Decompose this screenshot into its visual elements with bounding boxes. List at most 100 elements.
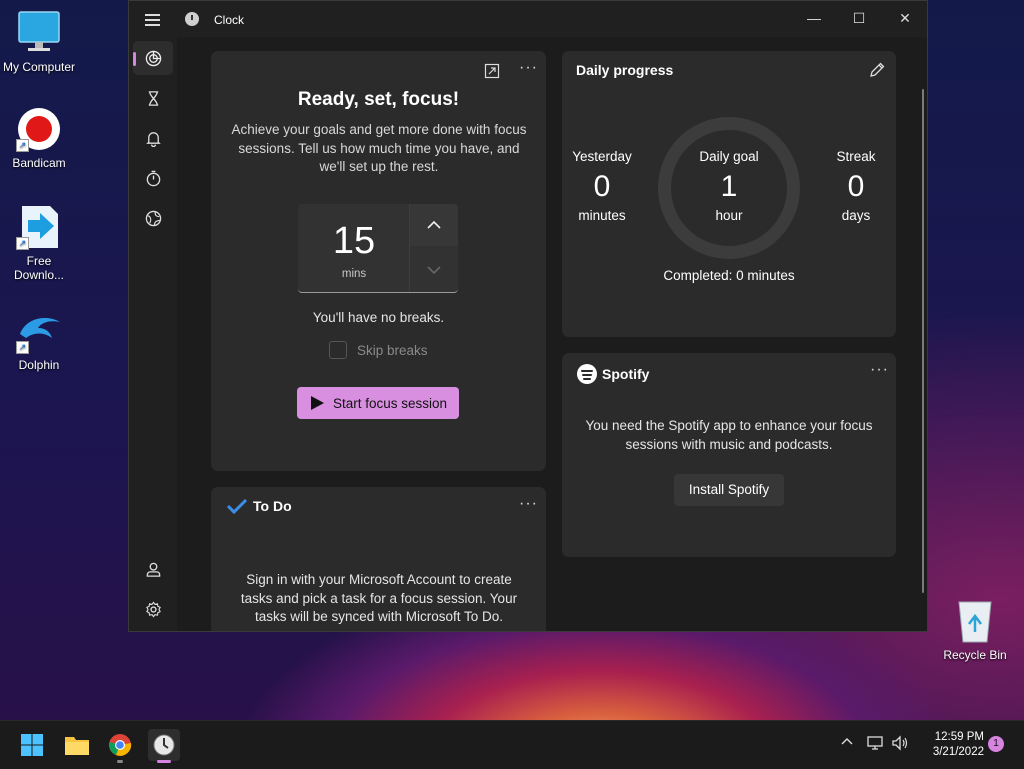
- skip-breaks-label: Skip breaks: [357, 342, 428, 358]
- taskbar-datetime[interactable]: 12:59 PM 3/21/2022: [916, 730, 984, 760]
- volume-icon[interactable]: [891, 735, 909, 754]
- world-clock-icon: [145, 210, 161, 226]
- decrease-minutes-button[interactable]: [410, 248, 458, 291]
- desktop-icon-label: My Computer: [2, 60, 76, 74]
- daily-goal-label: Daily goal: [699, 149, 759, 164]
- start-focus-session-button[interactable]: Start focus session: [297, 387, 459, 419]
- dolphin-icon: ↗: [16, 308, 62, 354]
- title-bar: Clock — ☐ ✕: [129, 1, 927, 37]
- breaks-info: You'll have no breaks.: [312, 310, 445, 325]
- shortcut-arrow-icon: ↗: [16, 237, 29, 250]
- focus-title: Ready, set, focus!: [297, 89, 460, 110]
- daily-goal-value: 1: [720, 170, 738, 203]
- desktop-icon-dolphin[interactable]: ↗ Dolphin: [0, 308, 78, 372]
- spotify-brand: Spotify: [602, 366, 650, 382]
- todo-card: To Do ··· Sign in with your Microsoft Ac…: [211, 487, 546, 631]
- daily-goal-stat[interactable]: Daily goal 1 hour: [689, 149, 769, 223]
- streak-value: 0: [847, 170, 865, 203]
- minimize-button[interactable]: —: [799, 7, 829, 29]
- taskbar-date: 3/21/2022: [932, 746, 984, 758]
- chevron-up-icon: [427, 220, 441, 229]
- nav-item-world-clock[interactable]: [133, 201, 173, 235]
- play-icon: [311, 396, 324, 410]
- daily-progress-card: Daily progress Yesterday 0 minutes Daily…: [562, 51, 896, 337]
- hamburger-menu-icon[interactable]: [141, 9, 165, 29]
- monitor-icon: [16, 10, 62, 56]
- minutes-unit: mins: [341, 268, 367, 280]
- desktop-icon-label: Free Downlo...: [13, 254, 65, 282]
- windows-start-icon: [21, 734, 43, 756]
- todo-message: Sign in with your Microsoft Account to c…: [240, 572, 518, 624]
- bandicam-icon: ↗: [16, 106, 62, 152]
- clock-app-icon: [185, 12, 199, 26]
- alarm-bell-icon: [145, 131, 161, 147]
- network-icon[interactable]: [866, 735, 884, 754]
- shortcut-arrow-icon: ↗: [16, 341, 29, 354]
- streak-label: Streak: [836, 149, 876, 164]
- edit-goal-pencil-icon[interactable]: [868, 61, 886, 79]
- yesterday-value: 0: [593, 170, 611, 203]
- nav-item-settings[interactable]: [133, 592, 173, 626]
- compact-overlay-icon[interactable]: [484, 63, 500, 79]
- content-area: ··· Ready, set, focus! Achieve your goal…: [177, 37, 927, 631]
- completed-text: Completed: 0 minutes: [663, 268, 795, 283]
- taskbar-file-explorer[interactable]: [61, 729, 93, 761]
- notification-badge[interactable]: 1: [988, 736, 1004, 752]
- focus-sessions-icon: [145, 50, 161, 66]
- nav-item-stopwatch[interactable]: [133, 161, 173, 195]
- nav-item-focus-sessions[interactable]: [133, 41, 173, 75]
- streak-stat: Streak 0 days: [816, 149, 896, 223]
- desktop-icon-label: Recycle Bin: [943, 648, 1007, 662]
- desktop-icon-label: Bandicam: [12, 156, 66, 170]
- desktop-icon-my-computer[interactable]: My Computer: [0, 10, 78, 74]
- free-download-manager-icon: ↗: [16, 204, 62, 250]
- more-options-icon[interactable]: ···: [870, 361, 889, 379]
- spotify-card: Spotify ··· You need the Spotify app to …: [562, 353, 896, 557]
- maximize-button[interactable]: ☐: [844, 7, 874, 29]
- todo-title: To Do: [253, 498, 292, 514]
- settings-icon: [145, 600, 161, 618]
- more-options-icon[interactable]: ···: [519, 59, 538, 77]
- taskbar-chrome[interactable]: [104, 729, 136, 763]
- daily-goal-unit: hour: [715, 208, 743, 223]
- clock-icon: [153, 734, 175, 756]
- focus-session-card: ··· Ready, set, focus! Achieve your goal…: [211, 51, 546, 471]
- more-options-icon[interactable]: ···: [519, 495, 538, 513]
- nav-item-account[interactable]: [133, 552, 173, 586]
- focus-description: Achieve your goals and get more done wit…: [231, 122, 527, 174]
- start-button[interactable]: [16, 729, 48, 761]
- minutes-value: 15: [332, 220, 376, 262]
- scrollbar[interactable]: [922, 89, 924, 593]
- timer-hourglass-icon: [148, 90, 158, 106]
- nav-item-alarm[interactable]: [133, 121, 173, 155]
- nav-item-timer[interactable]: [133, 81, 173, 115]
- increase-minutes-button[interactable]: [410, 204, 458, 246]
- window-title: Clock: [214, 13, 245, 27]
- minutes-stepper[interactable]: 15 mins: [298, 204, 458, 293]
- chrome-icon: [109, 734, 132, 756]
- spotify-logo: Spotify: [577, 364, 649, 384]
- recycle-bin-icon: [955, 598, 995, 644]
- taskbar-clock[interactable]: [148, 729, 180, 763]
- start-focus-label: Start focus session: [333, 395, 448, 411]
- spotify-message: You need the Spotify app to enhance your…: [585, 418, 873, 452]
- shortcut-arrow-icon: ↗: [16, 139, 29, 152]
- desktop-icon-free-download[interactable]: ↗ Free Downlo...: [0, 204, 78, 282]
- nav-rail: [129, 37, 177, 631]
- desktop-icon-label: Dolphin: [18, 358, 60, 372]
- chevron-down-icon: [427, 266, 441, 275]
- desktop-icon-bandicam[interactable]: ↗ Bandicam: [0, 106, 78, 170]
- close-button[interactable]: ✕: [890, 7, 920, 29]
- install-spotify-button[interactable]: Install Spotify: [674, 474, 784, 506]
- yesterday-unit: minutes: [578, 208, 626, 223]
- yesterday-label: Yesterday: [572, 149, 632, 164]
- account-icon: [146, 562, 160, 577]
- clock-window: Clock — ☐ ✕ ··· Ready, set, focus! Achie…: [128, 0, 928, 632]
- spotify-icon: [577, 364, 597, 384]
- folder-icon: [65, 737, 89, 755]
- todo-check-icon: [227, 498, 247, 514]
- skip-breaks-checkbox[interactable]: [329, 341, 347, 359]
- desktop-icon-recycle-bin[interactable]: Recycle Bin: [938, 598, 1012, 662]
- chevron-up-icon[interactable]: [840, 735, 854, 752]
- skip-breaks-option[interactable]: Skip breaks: [329, 341, 428, 359]
